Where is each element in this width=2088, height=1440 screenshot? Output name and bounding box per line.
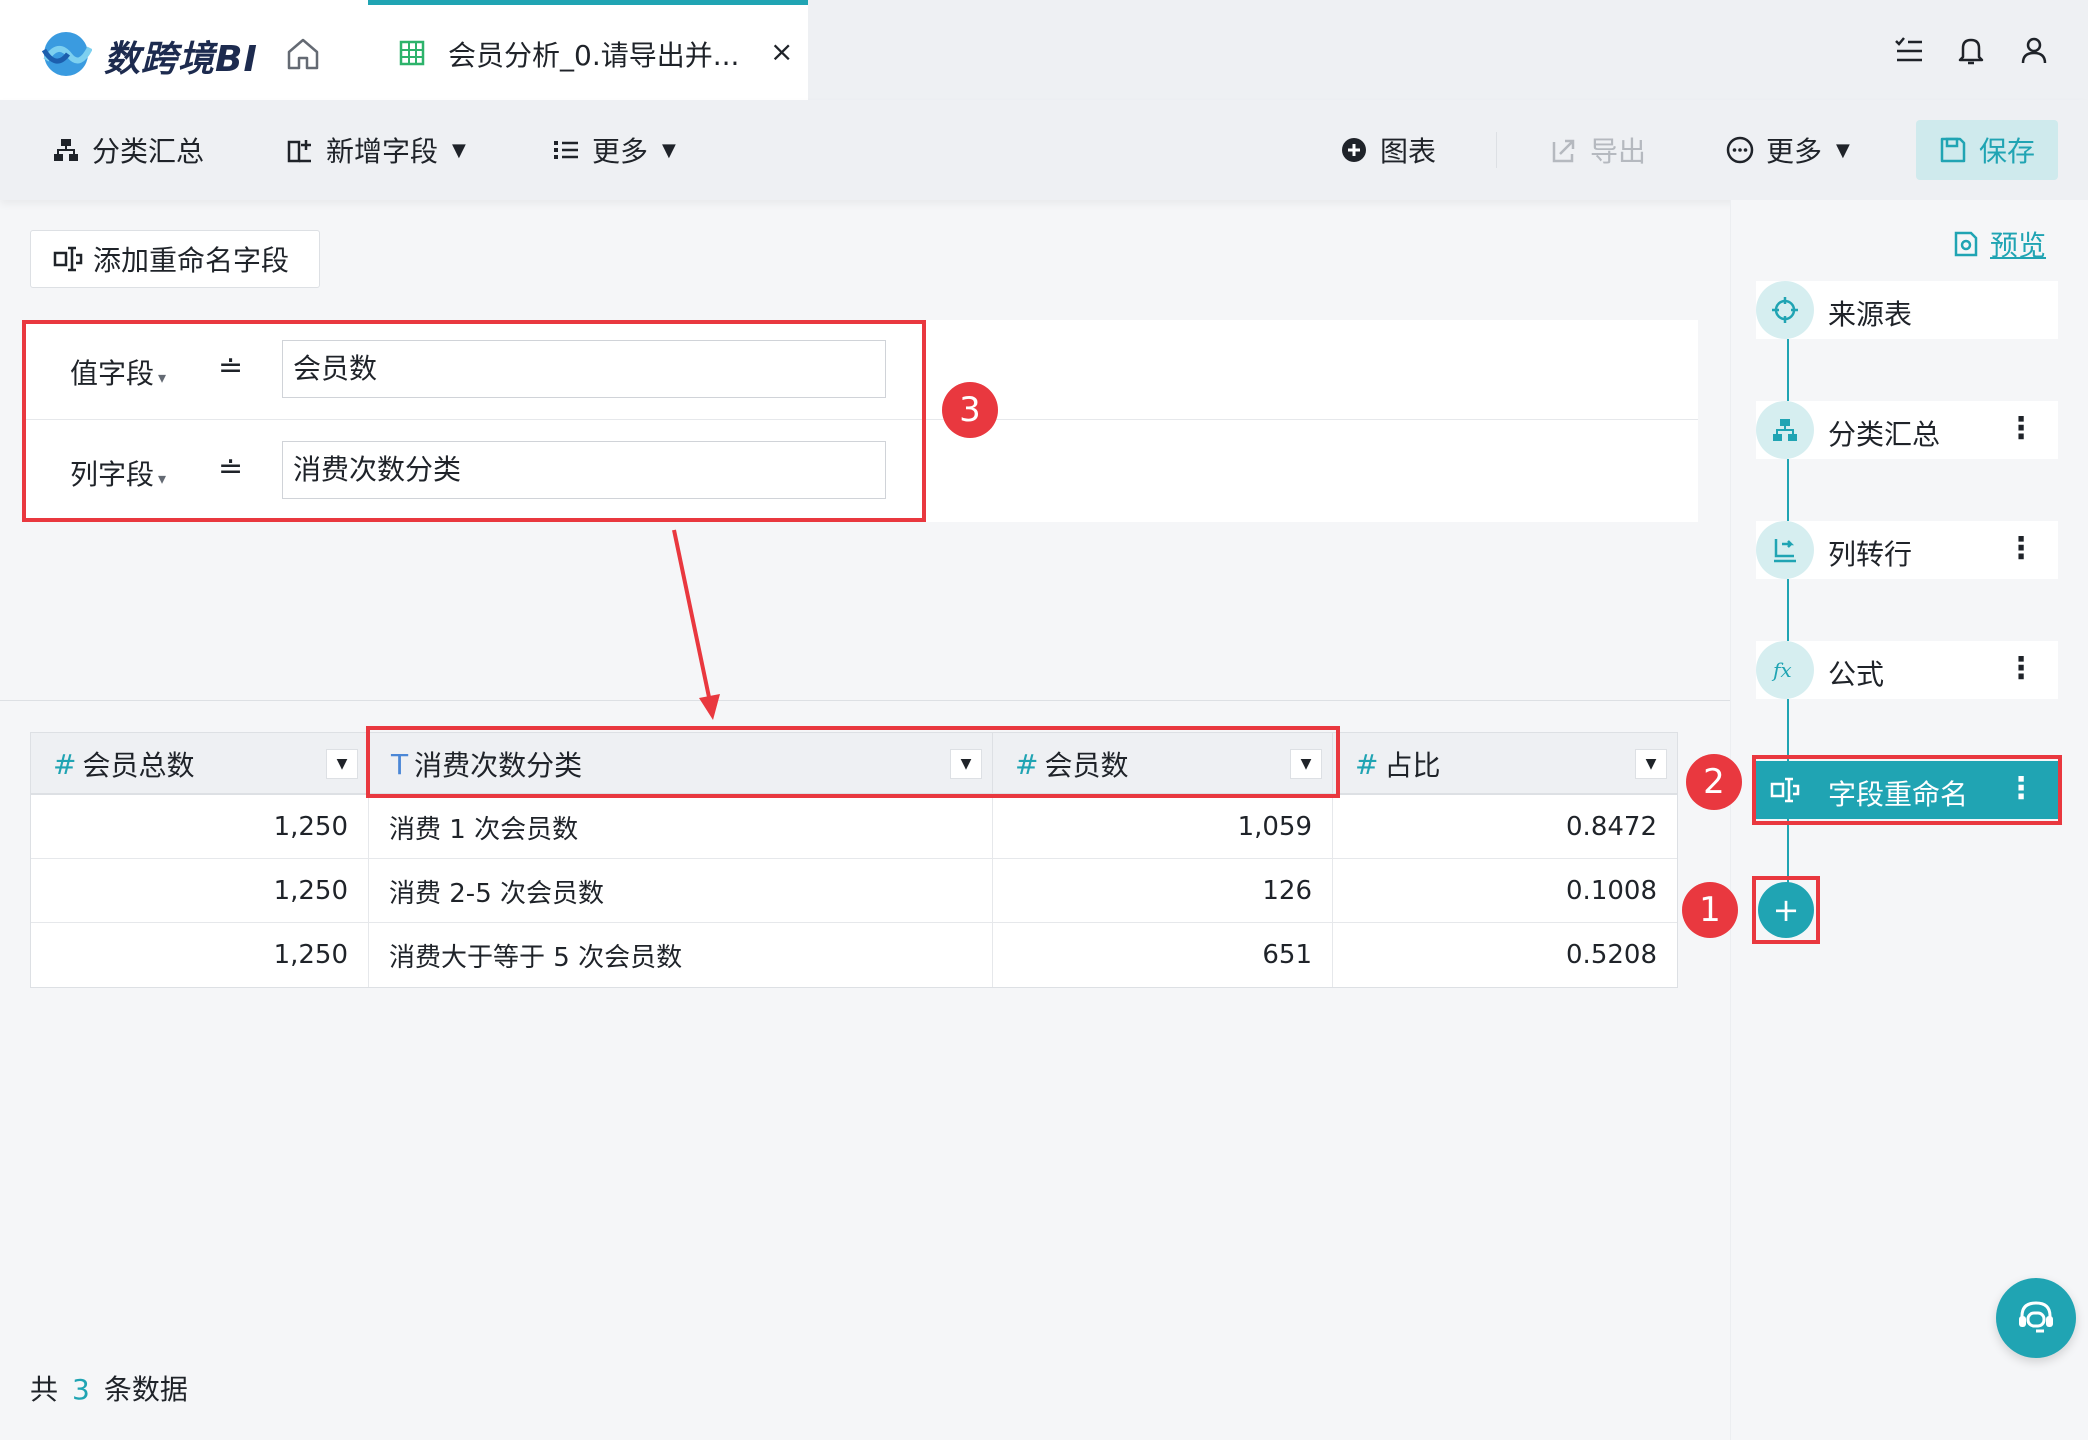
annotation-arrow-icon	[672, 529, 720, 720]
